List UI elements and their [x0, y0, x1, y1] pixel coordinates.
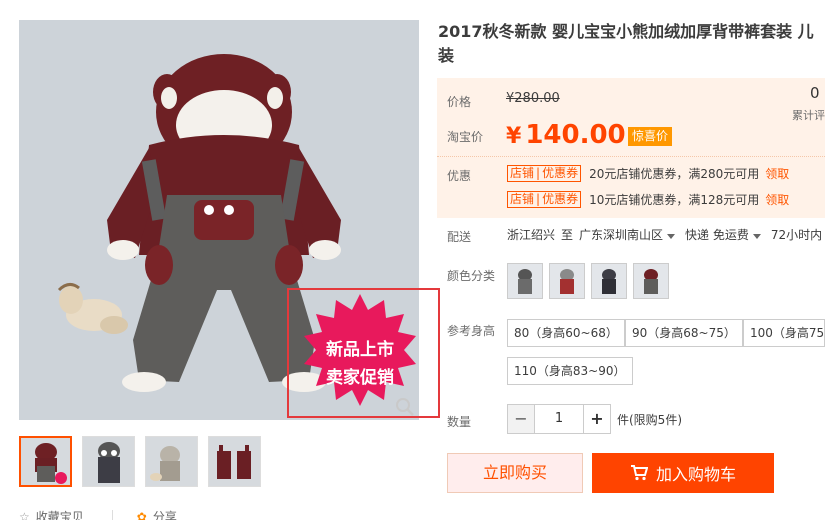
quantity-minus-button[interactable]: −	[507, 404, 535, 434]
color-options	[507, 263, 669, 299]
size-option-110[interactable]: 110（身高83~90）	[507, 357, 633, 385]
add-to-cart-label: 加入购物车	[655, 465, 736, 484]
share-divider	[111, 509, 113, 520]
share-row: ☆ 收藏宝贝 ✿ 分享	[19, 508, 177, 520]
coupon-description: 20元店铺优惠券，满280元可用	[589, 167, 760, 181]
taobao-price-label: 淘宝价	[447, 130, 484, 144]
quantity-stepper: − 1 + 件(限购5件)	[507, 404, 682, 434]
quantity-label: 数量	[447, 415, 472, 429]
ship-method-select[interactable]: 快递 免运费	[685, 226, 765, 243]
promo-label: 优惠	[447, 169, 472, 183]
surprise-price-badge: 惊喜价	[628, 127, 673, 146]
ship-from: 浙江绍兴	[507, 228, 556, 242]
thumbnail-2[interactable]	[82, 436, 135, 487]
ship-time: 72小时内	[770, 228, 823, 242]
price-divider	[437, 156, 825, 157]
size-option-100[interactable]: 100（身高75~	[743, 319, 825, 347]
chevron-down-icon	[667, 234, 676, 239]
coupon-claim-link[interactable]: 领取	[765, 191, 789, 208]
sales-count: 0	[810, 84, 820, 102]
chevron-down-icon	[752, 234, 761, 239]
coupon-row-1: 店铺 | 优惠券 20元店铺优惠券，满280元可用 领取	[507, 165, 789, 182]
color-option-4[interactable]	[633, 263, 669, 299]
color-option-1[interactable]	[507, 263, 543, 299]
color-option-2[interactable]	[549, 263, 585, 299]
thumbnail-3[interactable]	[145, 436, 198, 487]
buy-now-button[interactable]: 立即购买	[447, 453, 583, 493]
ship-to-word: 至	[561, 228, 574, 242]
original-price: ¥280.00	[506, 91, 560, 106]
shipping-info: 浙江绍兴 至 广东深圳南山区 快递 免运费 72小时内	[507, 226, 822, 243]
thumbnail-4[interactable]	[208, 436, 261, 487]
color-label: 颜色分类	[447, 269, 496, 283]
currency-symbol: ¥	[506, 124, 522, 149]
thumbnail-strip	[19, 436, 261, 487]
star-icon: ☆	[19, 509, 30, 520]
ship-destination-select[interactable]: 广东深圳南山区	[579, 226, 679, 243]
quantity-limit-note: 件(限购5件)	[617, 412, 682, 427]
coupon-tag: 店铺 | 优惠券	[507, 191, 582, 208]
quantity-input[interactable]: 1	[535, 404, 583, 434]
share-link[interactable]: 分享	[153, 508, 177, 520]
zoom-icon[interactable]	[392, 394, 418, 420]
coupon-description: 10元店铺优惠券，满128元可用	[589, 193, 760, 207]
original-price-label: 价格	[447, 95, 472, 109]
coupon-row-2: 店铺 | 优惠券 10元店铺优惠券，满128元可用 领取	[507, 191, 789, 208]
size-label: 参考身高	[447, 324, 496, 338]
sales-label: 累计评	[792, 109, 825, 122]
color-option-3[interactable]	[591, 263, 627, 299]
product-title: 2017秋冬新款 婴儿宝宝小熊加绒加厚背带裤套装 儿装	[438, 22, 814, 65]
quantity-plus-button[interactable]: +	[583, 404, 611, 434]
coupon-claim-link[interactable]: 领取	[765, 165, 789, 182]
price-value: 140.00	[525, 120, 626, 150]
coupon-tag: 店铺 | 优惠券	[507, 165, 582, 182]
thumbnail-1[interactable]	[19, 436, 72, 487]
add-to-cart-button[interactable]: 加入购物车	[592, 453, 774, 493]
current-price: ¥140.00	[506, 120, 626, 150]
cart-icon	[630, 465, 648, 481]
size-option-90[interactable]: 90（身高68~75）	[625, 319, 743, 347]
shipping-label: 配送	[447, 230, 472, 244]
size-option-80[interactable]: 80（身高60~68）	[507, 319, 625, 347]
collect-link[interactable]: 收藏宝贝	[36, 508, 84, 520]
share-icon: ✿	[136, 509, 147, 520]
